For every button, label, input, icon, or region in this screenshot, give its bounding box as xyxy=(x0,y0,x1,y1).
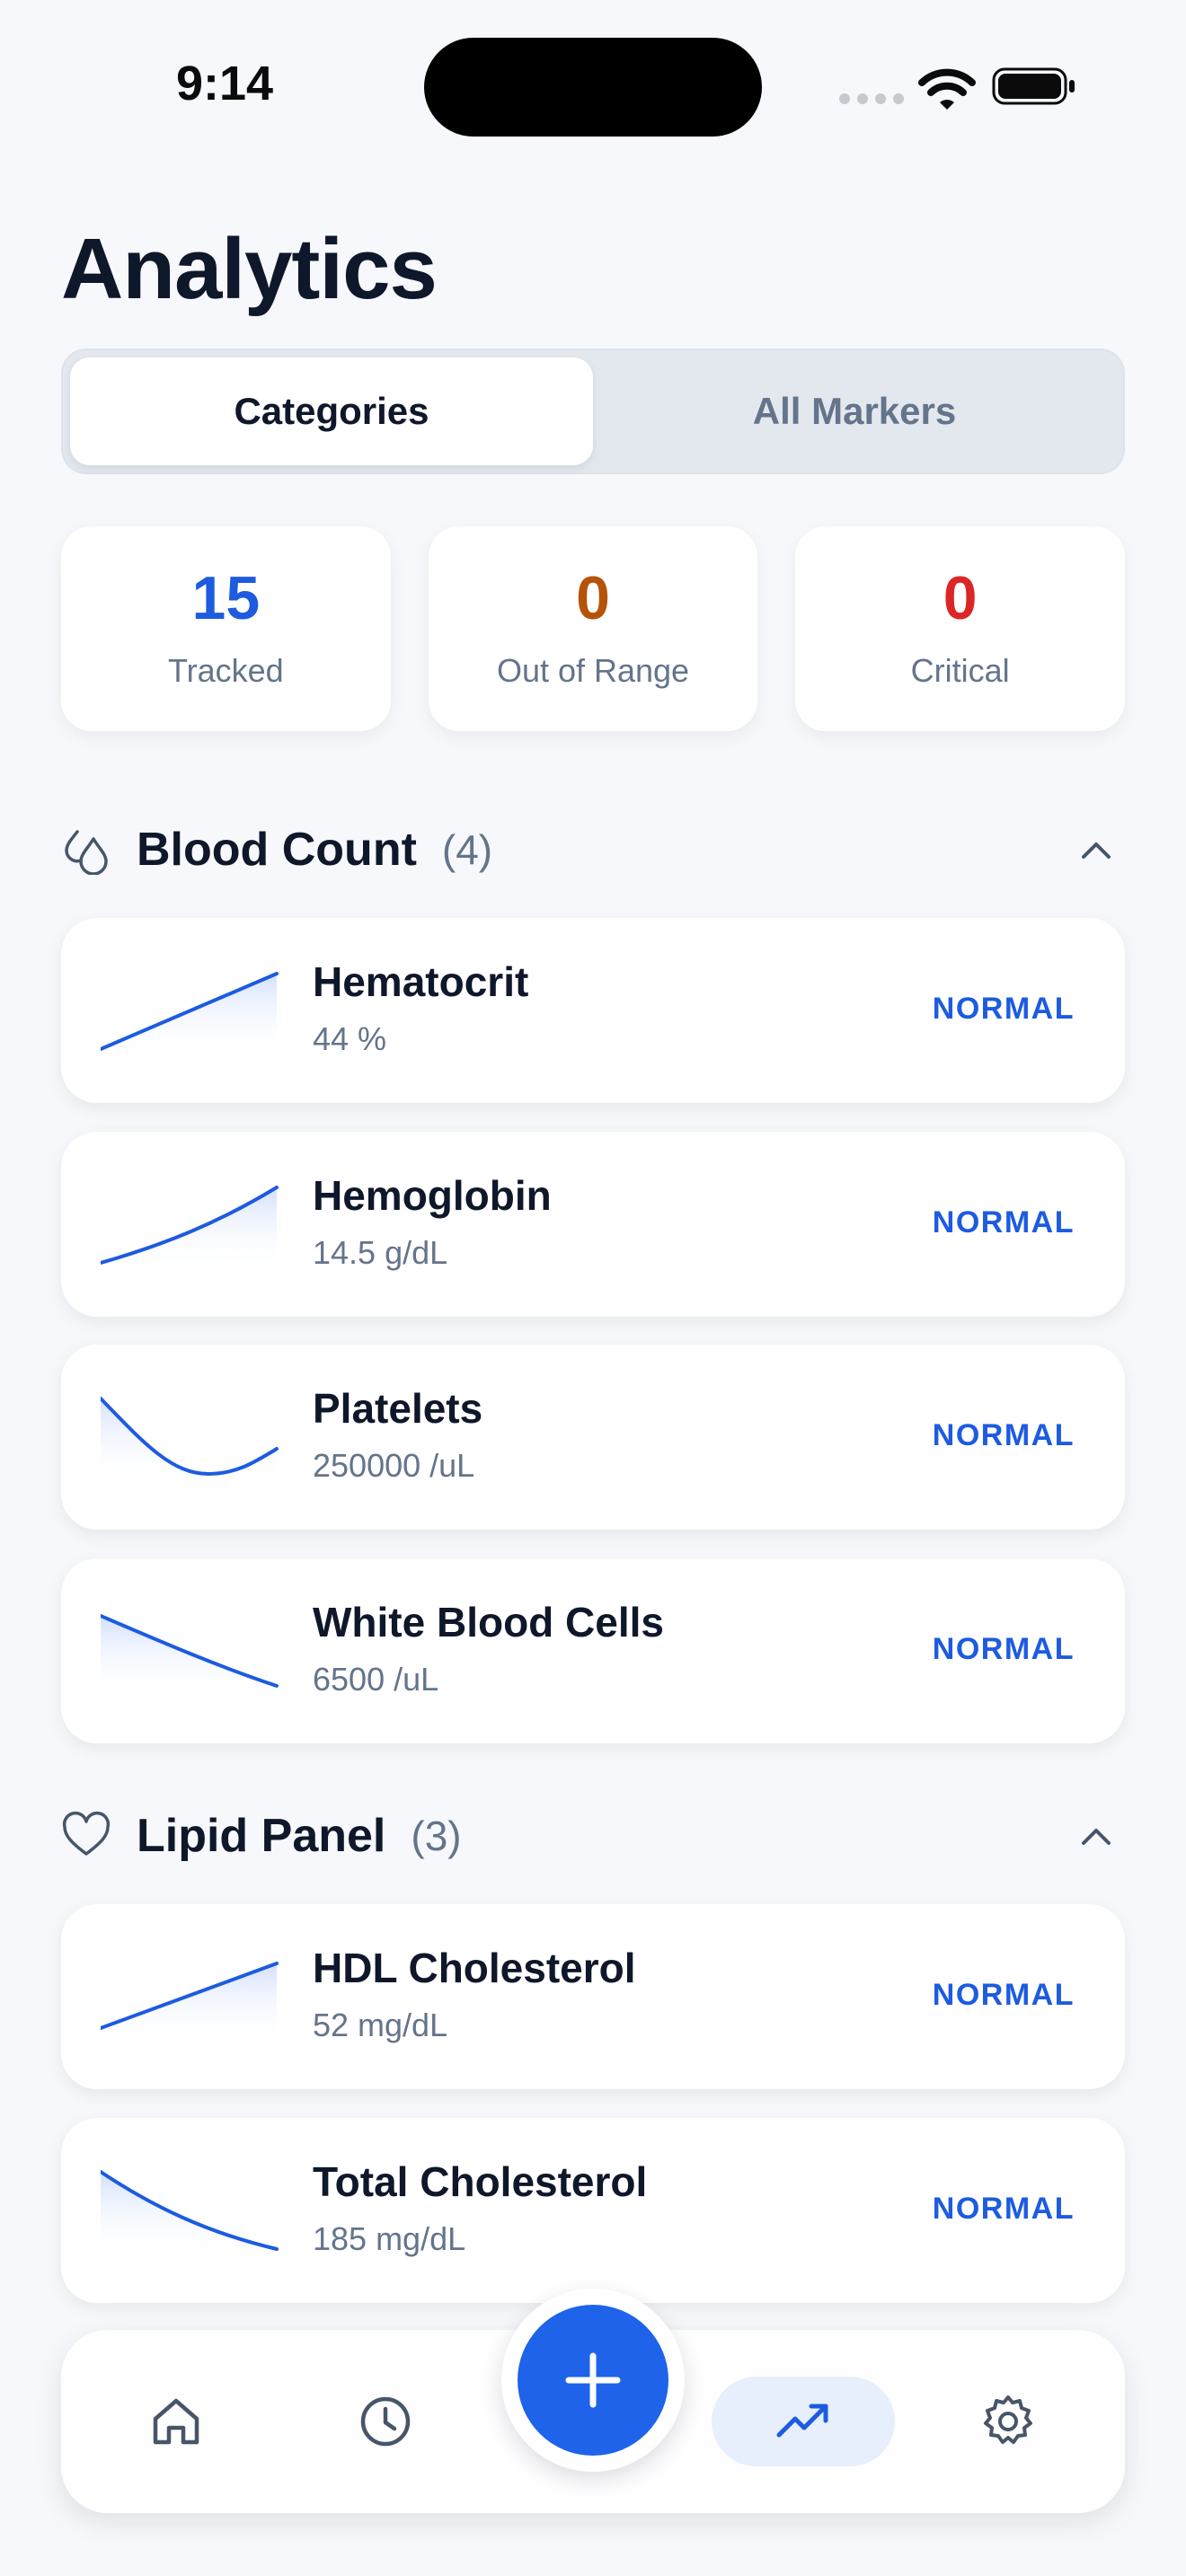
trend-icon xyxy=(776,2404,828,2438)
status-badge: NORMAL xyxy=(932,1418,1075,1452)
drops-icon xyxy=(65,830,108,875)
status-badge: NORMAL xyxy=(932,1978,1075,2012)
stat-critical-label: Critical xyxy=(910,652,1010,689)
status-badge: NORMAL xyxy=(932,2192,1075,2226)
trend-sparkline xyxy=(101,1397,279,1483)
tab-home[interactable] xyxy=(131,2377,221,2466)
section-title: Blood Count xyxy=(137,824,417,876)
trend-sparkline xyxy=(101,1614,279,1697)
section-header-lipid-panel[interactable]: Lipid Panel (3) xyxy=(61,1800,1125,1872)
tab-categories[interactable]: Categories xyxy=(70,357,593,465)
marker-name: Hemoglobin xyxy=(313,1172,552,1219)
add-button-inner xyxy=(518,2305,668,2456)
trend-sparkline xyxy=(101,972,279,1056)
chevron-up-icon[interactable] xyxy=(1075,1814,1118,1857)
marker-value: 52 mg/dL xyxy=(313,2007,448,2043)
marker-name: Total Cholesterol xyxy=(313,2158,648,2205)
marker-name: Hematocrit xyxy=(313,958,529,1005)
marker-card-hematocrit[interactable]: Hematocrit 44 % NORMAL xyxy=(61,918,1125,1103)
view-segmented-control: Categories All Markers xyxy=(61,348,1125,474)
summary-stats: 15 Tracked 0 Out of Range 0 Critical xyxy=(61,526,1126,731)
marker-card-hemoglobin[interactable]: Hemoglobin 14.5 g/dL NORMAL xyxy=(61,1132,1125,1317)
trend-sparkline xyxy=(101,1962,279,2042)
trend-sparkline xyxy=(101,1186,279,1270)
page-title: Analytics xyxy=(61,221,438,317)
home-icon xyxy=(153,2398,199,2445)
marker-value: 250000 /uL xyxy=(313,1447,475,1484)
gear-icon xyxy=(984,2395,1032,2444)
status-bar: 9:14 xyxy=(0,0,1186,171)
stat-tracked-label: Tracked xyxy=(167,652,284,689)
marker-card-platelets[interactable]: Platelets 250000 /uL NORMAL xyxy=(61,1345,1125,1530)
heart-icon xyxy=(62,1811,111,1856)
marker-value: 14.5 g/dL xyxy=(313,1234,448,1271)
status-badge: NORMAL xyxy=(932,1632,1075,1666)
dynamic-island xyxy=(424,38,762,137)
stat-critical[interactable]: 0 Critical xyxy=(795,526,1126,731)
marker-value: 185 mg/dL xyxy=(313,2220,466,2257)
wifi-icon xyxy=(918,68,976,110)
marker-card-hdl-cholesterol[interactable]: HDL Cholesterol 52 mg/dL NORMAL xyxy=(61,1904,1125,2089)
stat-out-of-range[interactable]: 0 Out of Range xyxy=(428,526,758,731)
marker-value: 44 % xyxy=(313,1020,387,1057)
stat-out-of-range-value: 0 xyxy=(576,564,610,632)
stat-tracked-value: 15 xyxy=(191,564,261,632)
marker-card-total-cholesterol[interactable]: Total Cholesterol 185 mg/dL NORMAL xyxy=(61,2118,1125,2303)
stat-tracked[interactable]: 15 Tracked xyxy=(61,526,391,731)
tab-settings[interactable] xyxy=(963,2377,1053,2466)
tab-all-markers[interactable]: All Markers xyxy=(593,357,1116,465)
status-time: 9:14 xyxy=(176,57,274,110)
section-count: (4) xyxy=(441,826,493,873)
stat-out-of-range-label: Out of Range xyxy=(496,652,690,689)
marker-name: Platelets xyxy=(313,1385,483,1432)
status-badge: NORMAL xyxy=(932,992,1075,1026)
cellular-signal-icon xyxy=(839,93,904,104)
section-header-blood-count[interactable]: Blood Count (4) xyxy=(61,814,1125,886)
marker-card-white-blood-cells[interactable]: White Blood Cells 6500 /uL NORMAL xyxy=(61,1558,1125,1743)
marker-name: HDL Cholesterol xyxy=(313,1945,636,1991)
stat-critical-value: 0 xyxy=(943,564,978,632)
clock-icon xyxy=(360,2396,411,2447)
section-count: (3) xyxy=(411,1813,462,1859)
battery-icon xyxy=(992,67,1075,105)
section-title: Lipid Panel xyxy=(137,1810,386,1862)
plus-icon xyxy=(565,2352,621,2408)
tab-history[interactable] xyxy=(341,2377,430,2466)
status-badge: NORMAL xyxy=(932,1205,1075,1239)
tab-analytics[interactable] xyxy=(712,2377,895,2466)
chevron-up-icon[interactable] xyxy=(1075,828,1118,871)
trend-sparkline xyxy=(101,2170,279,2256)
add-button[interactable] xyxy=(501,2289,685,2472)
marker-value: 6500 /uL xyxy=(313,1661,439,1698)
marker-name: White Blood Cells xyxy=(313,1599,664,1645)
